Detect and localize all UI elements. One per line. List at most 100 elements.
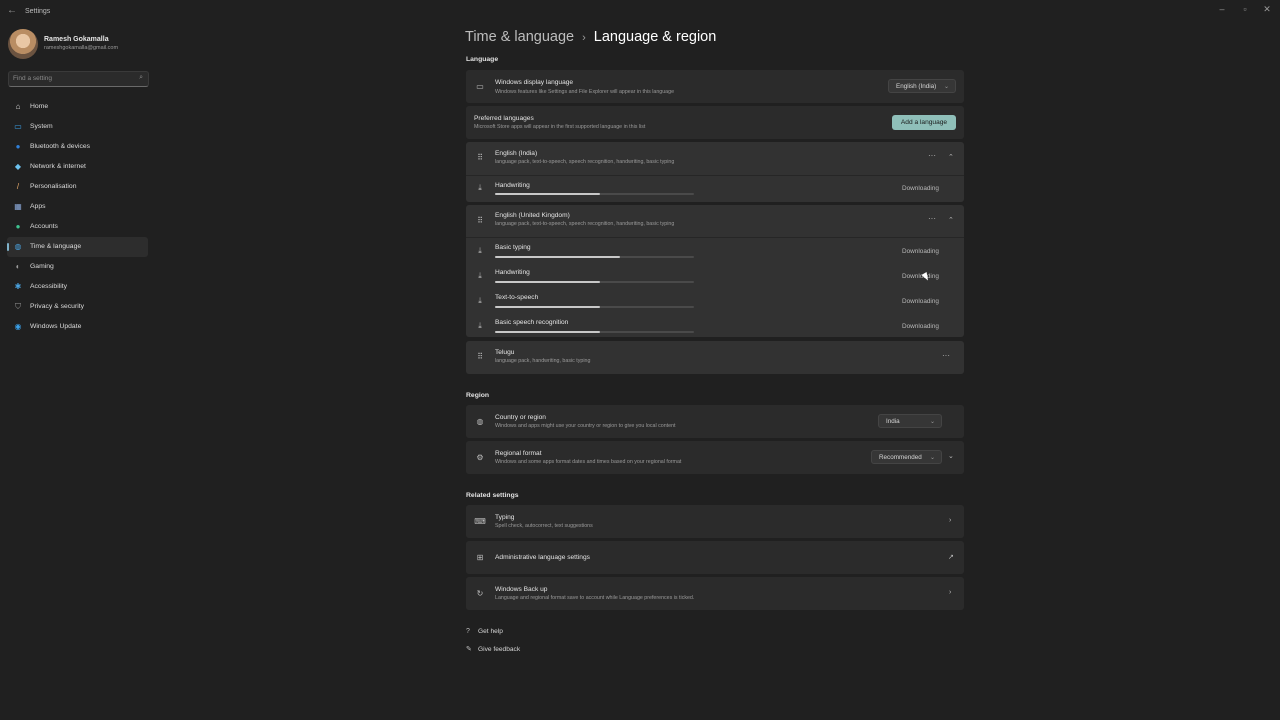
globe-icon: ◍ xyxy=(476,417,484,426)
sidebar-item-system[interactable]: ▭ System xyxy=(7,117,148,137)
related-item-windows-backup[interactable]: ↻ Windows Back up Language and regional … xyxy=(466,577,964,610)
download-row: ⤓ Basic typing Downloading xyxy=(466,239,964,264)
display-language-card: ▭ Windows display language Windows featu… xyxy=(466,70,964,103)
backup-icon: ↻ xyxy=(476,589,484,598)
app-title: Settings xyxy=(25,8,51,15)
download-label: Basic typing xyxy=(495,244,531,251)
download-icon: ⤓ xyxy=(478,271,482,280)
display-language-title: Windows display language xyxy=(495,79,574,86)
language-heading: Language xyxy=(466,56,499,63)
user-name: Ramesh Gokamalla xyxy=(44,36,109,43)
globe-clock-icon: ◍ xyxy=(14,242,22,251)
feedback-icon: ✎ xyxy=(466,646,472,653)
regional-format-dropdown[interactable]: Recommended ⌄ xyxy=(871,450,942,464)
user-email: rameshgokamalla@gmail.com xyxy=(44,45,119,51)
download-status: Downloading xyxy=(902,248,939,255)
breadcrumb-parent[interactable]: Time & language xyxy=(465,29,574,45)
sidebar-item-accessibility[interactable]: ✱ Accessibility xyxy=(7,277,148,297)
download-icon: ⤓ xyxy=(478,183,482,192)
sidebar-item-windows-update[interactable]: ◉ Windows Update xyxy=(7,317,148,337)
country-region-title: Country or region xyxy=(495,414,546,421)
country-region-value: India xyxy=(886,418,900,425)
preferred-languages-title: Preferred languages xyxy=(474,115,534,122)
sidebar-item-home[interactable]: ⌂ Home xyxy=(7,97,148,117)
expand-chevron-icon[interactable]: ⌄ xyxy=(948,452,954,460)
accounts-icon: ● xyxy=(15,222,21,231)
home-icon: ⌂ xyxy=(15,102,21,111)
help-icon: ? xyxy=(466,628,470,635)
sidebar-item-time-language[interactable]: ◍ Time & language xyxy=(7,237,148,257)
related-item-subtitle: Language and regional format save to acc… xyxy=(495,595,695,601)
search-input[interactable] xyxy=(13,73,131,84)
drag-handle-icon[interactable]: ⠿ xyxy=(474,216,486,225)
monitor-icon: ▭ xyxy=(476,82,484,91)
chevron-down-icon: ⌄ xyxy=(943,84,949,90)
system-icon: ▭ xyxy=(14,122,22,131)
brush-icon: / xyxy=(16,182,20,191)
add-language-button[interactable]: Add a language xyxy=(892,115,956,130)
gaming-icon: ◐ xyxy=(15,262,21,271)
sidebar-item-label: Personalisation xyxy=(30,183,77,190)
keyboard-icon: ⌨ xyxy=(474,517,486,526)
chevron-right-icon: › xyxy=(949,517,952,524)
chevron-right-icon: › xyxy=(949,589,952,596)
get-help-link[interactable]: ? Get help xyxy=(466,628,503,635)
regional-format-card[interactable]: ⚙ Regional format Windows and some apps … xyxy=(466,441,964,474)
country-region-dropdown[interactable]: India ⌄ xyxy=(878,414,942,428)
sidebar-item-personalisation[interactable]: / Personalisation xyxy=(7,177,148,197)
related-item-typing[interactable]: ⌨ Typing Spell check, autocorrect, text … xyxy=(466,505,964,538)
shield-icon: ⛉ xyxy=(15,302,21,311)
back-arrow-icon[interactable]: ← xyxy=(7,5,17,16)
more-options-icon[interactable]: ··· xyxy=(942,351,950,360)
related-item-admin-language[interactable]: ⊞ Administrative language settings ↗ xyxy=(466,541,964,574)
drag-handle-icon[interactable]: ⠿ xyxy=(474,352,486,361)
download-row: ⤓ Text-to-speech Downloading xyxy=(466,289,964,314)
give-feedback-link[interactable]: ✎ Give feedback xyxy=(466,645,520,653)
sidebar-item-network-internet[interactable]: ◆ Network & internet xyxy=(7,157,148,177)
sidebar-item-label: Gaming xyxy=(30,263,54,270)
minimize-icon[interactable]: – xyxy=(1214,4,1230,14)
sidebar-item-accounts[interactable]: ● Accounts xyxy=(7,217,148,237)
language-features: language pack, handwriting, basic typing xyxy=(495,358,591,364)
sidebar-item-label: Bluetooth & devices xyxy=(30,143,91,150)
chevron-up-icon[interactable]: ⌃ xyxy=(948,153,954,161)
divider xyxy=(466,237,964,238)
close-icon[interactable]: ✕ xyxy=(1259,4,1275,15)
get-help-label: Get help xyxy=(478,628,503,635)
avatar xyxy=(8,29,38,59)
wifi-icon: ◆ xyxy=(14,162,22,171)
more-options-icon[interactable]: ··· xyxy=(928,151,936,160)
chevron-up-icon[interactable]: ⌃ xyxy=(948,216,954,224)
sidebar-item-privacy-security[interactable]: ⛉ Privacy & security xyxy=(7,297,148,317)
accessibility-icon: ✱ xyxy=(14,282,22,291)
display-language-subtitle: Windows features like Settings and File … xyxy=(495,89,675,95)
related-item-subtitle: Spell check, autocorrect, text suggestio… xyxy=(495,523,593,529)
more-options-icon[interactable]: ··· xyxy=(928,214,936,223)
country-region-card: ◍ Country or region Windows and apps mig… xyxy=(466,405,964,438)
sidebar-item-label: Home xyxy=(30,103,49,110)
download-progress xyxy=(495,256,694,258)
breadcrumb: Time & language › Language & region xyxy=(465,29,716,45)
external-link-icon: ↗ xyxy=(948,554,954,561)
download-progress xyxy=(495,331,694,333)
search-icon[interactable]: ⌕ xyxy=(139,74,143,82)
apps-icon: ▦ xyxy=(14,202,22,211)
sidebar-item-label: Accounts xyxy=(30,223,58,230)
sidebar-item-label: Windows Update xyxy=(30,323,82,330)
drag-handle-icon[interactable]: ⠿ xyxy=(474,153,486,162)
download-progress xyxy=(495,193,694,195)
sidebar-item-gaming[interactable]: ◐ Gaming xyxy=(7,257,148,277)
chevron-down-icon: ⌄ xyxy=(929,455,935,461)
language-card-english-uk: ⠿ English (United Kingdom) language pack… xyxy=(466,205,964,337)
related-item-title: Administrative language settings xyxy=(495,554,590,561)
download-progress-fill xyxy=(495,193,601,195)
regional-format-icon: ⚙ xyxy=(476,453,484,462)
language-card-english-india: ⠿ English (India) language pack, text-to… xyxy=(466,142,964,202)
sidebar-item-apps[interactable]: ▦ Apps xyxy=(7,197,148,217)
display-language-dropdown[interactable]: English (India) ⌄ xyxy=(888,79,956,93)
give-feedback-label: Give feedback xyxy=(478,646,521,653)
maximize-icon[interactable]: ▫ xyxy=(1237,4,1253,14)
regional-format-subtitle: Windows and some apps format dates and t… xyxy=(495,459,682,465)
download-progress xyxy=(495,306,694,308)
sidebar-item-bluetooth-devices[interactable]: ● Bluetooth & devices xyxy=(7,137,148,157)
